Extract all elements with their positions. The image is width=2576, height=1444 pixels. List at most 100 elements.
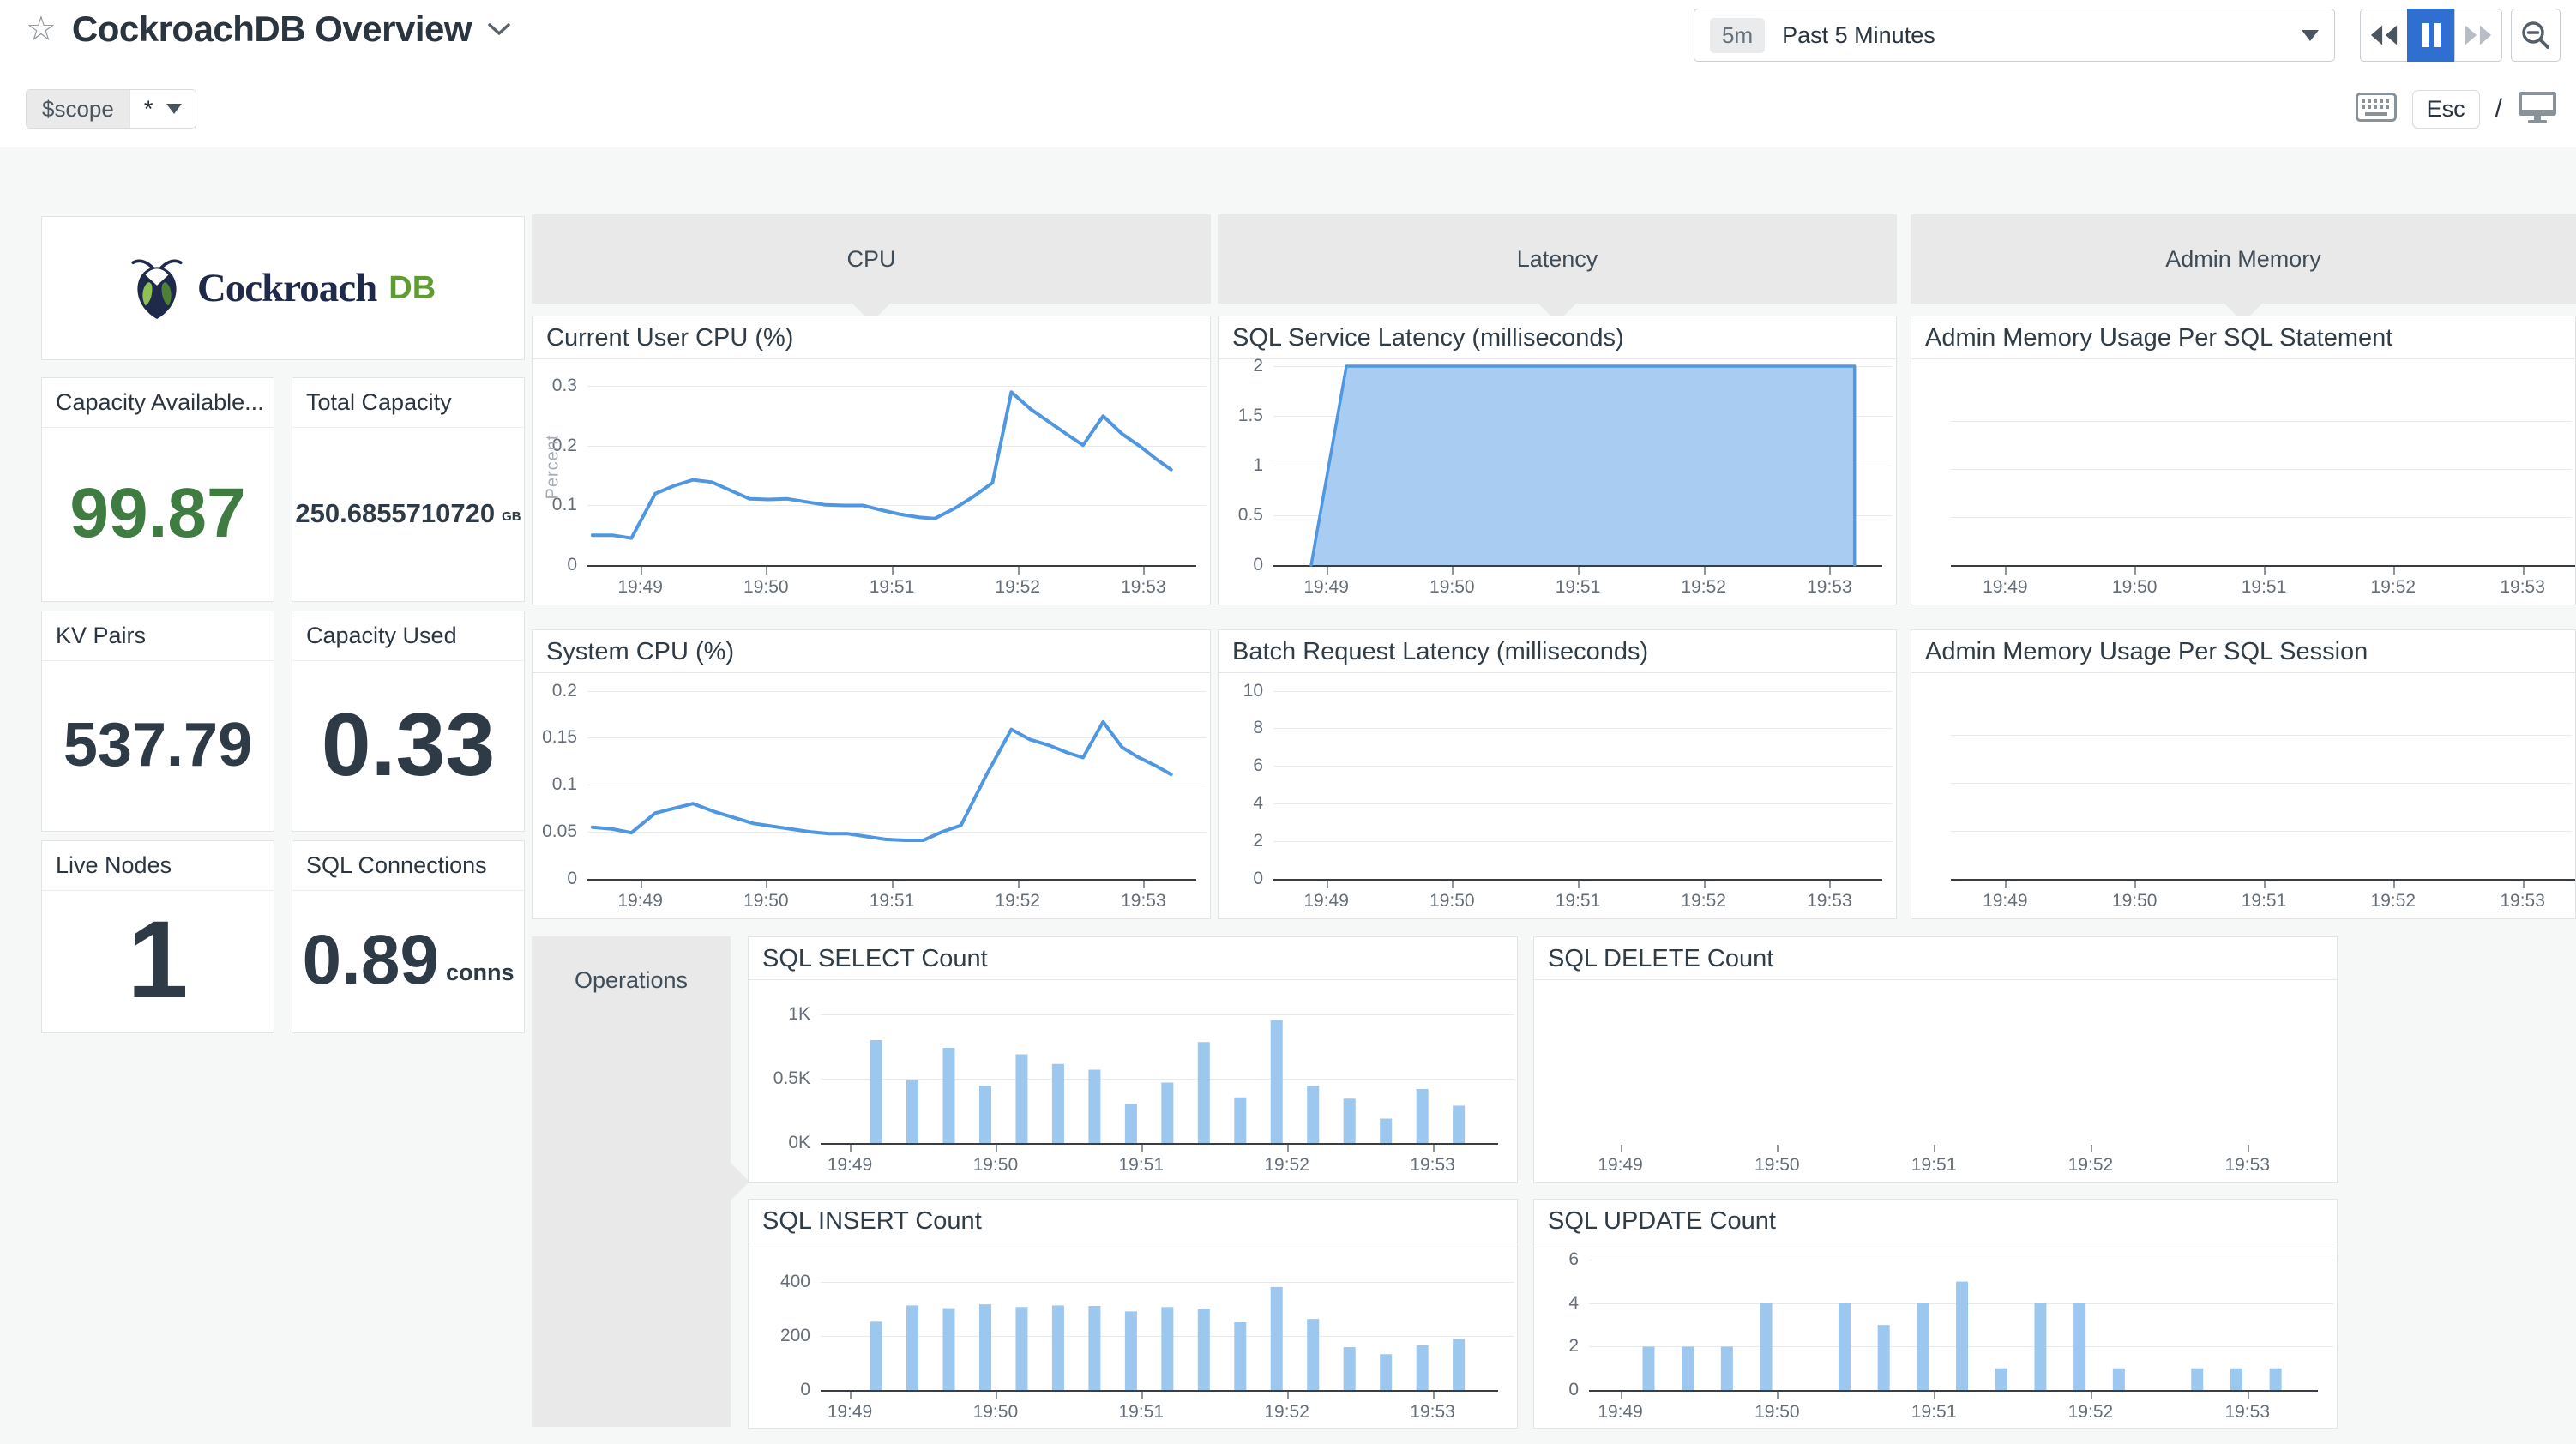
gridline (1951, 831, 2572, 832)
chart-plot-sql-select[interactable]: 0K 0.5K 1K 19:49 19:50 19:51 19:52 19:53 (749, 980, 1517, 1182)
section-header-admin-memory: Admin Memory (1911, 214, 2576, 304)
gridline (1273, 841, 1893, 843)
chart-series (1642, 1281, 2282, 1390)
x-axis-tick-label: 19:51 (2241, 577, 2287, 597)
scope-value: * (143, 95, 153, 122)
chart-card-sql-delete: SQL DELETE Count 19:49 19:50 19:51 19:52 19:5… (1533, 936, 2338, 1183)
chart-title: Current User CPU (%) (533, 316, 1210, 359)
section-header-operations: Operations (532, 936, 731, 1427)
x-axis-tick-label: 19:50 (743, 891, 789, 911)
x-axis-tick (1703, 567, 1706, 575)
stat-tile-capacity-available[interactable]: Capacity Available... 99.87 (41, 377, 274, 602)
stat-tile-live-nodes[interactable]: Live Nodes 1 (41, 840, 274, 1033)
x-axis-tick (1703, 881, 1706, 888)
x-axis-tick-label: 19:51 (1118, 1402, 1165, 1422)
stat-tile-kv-pairs[interactable]: KV Pairs 537.79 (41, 611, 274, 832)
time-range-picker[interactable]: 5m Past 5 Minutes (1694, 9, 2335, 62)
gridline (587, 690, 1207, 692)
chart-series (590, 719, 1173, 842)
x-axis-tick (2522, 881, 2525, 888)
x-axis-tick (1432, 1392, 1435, 1399)
chart-title: SQL SELECT Count (749, 937, 1517, 980)
title-chevron-down-icon[interactable] (487, 22, 511, 36)
x-axis-tick (766, 881, 768, 888)
stat-title: Capacity Used (292, 611, 524, 661)
x-axis-tick (1452, 881, 1454, 888)
esc-key-button[interactable]: Esc (2411, 89, 2480, 129)
x-axis-tick-label: 19:51 (869, 891, 915, 911)
gridline (1273, 366, 1893, 367)
chart-card-sql-select: SQL SELECT Count 0K 0.5K 1K 19:49 19:50 19:51 1… (748, 936, 1518, 1183)
x-axis-tick (892, 881, 894, 888)
pause-button[interactable] (2407, 9, 2455, 62)
chart-card-sql-update: SQL UPDATE Count 0 2 4 6 19:49 19:50 19:51 19:52… (1533, 1199, 2338, 1429)
time-nav-buttons (2360, 9, 2502, 62)
chart-card-admin-mem-session: Admin Memory Usage Per SQL Session 19:49 1… (1911, 629, 2576, 919)
gridline (1589, 1303, 2333, 1304)
section-header-cpu: CPU (532, 214, 1211, 304)
y-axis-tick-label: 2 (1253, 356, 1263, 376)
template-variable-scope[interactable]: $scope * (26, 89, 197, 129)
fullscreen-monitor-icon[interactable] (2518, 91, 2557, 128)
zoom-out-button[interactable] (2511, 9, 2561, 62)
chart-title: Admin Memory Usage Per SQL Statement (1911, 316, 2575, 359)
x-axis-tick (2264, 881, 2266, 888)
x-axis-tick-label: 19:49 (827, 1402, 873, 1422)
chart-plot-admin-mem-statement[interactable]: 19:49 19:50 19:51 19:52 19:53 (1911, 359, 2575, 605)
time-range-label: Past 5 Minutes (1782, 21, 1935, 48)
stat-tile-capacity-used[interactable]: Capacity Used 0.33 (292, 611, 525, 832)
y-axis-tick-label: 0.2 (551, 680, 577, 701)
x-axis-tick-label: 19:53 (1410, 1402, 1455, 1422)
x-axis-tick (1620, 1145, 1622, 1152)
x-axis-tick (766, 567, 768, 575)
chart-card-sql-insert: SQL INSERT Count 0 200 400 19:49 19:50 19:51 19… (748, 1199, 1518, 1429)
y-axis-tick-label: 0 (1568, 1380, 1579, 1399)
x-axis-tick (2247, 1145, 2249, 1152)
stat-tile-sql-connections[interactable]: SQL Connections 0.89 conns (292, 840, 525, 1033)
x-axis-tick (2090, 1392, 2092, 1399)
y-axis-tick-label: 1K (788, 1004, 810, 1024)
x-axis-tick-label: 19:49 (1598, 1402, 1643, 1422)
y-axis-tick-label: 1.5 (1237, 406, 1263, 425)
x-axis-tick-label: 19:53 (1410, 1155, 1455, 1175)
title-row: ☆ CockroachDB Overview (26, 9, 511, 50)
x-axis-tick (1829, 567, 1832, 575)
chart-plot-system-cpu[interactable]: 0 0.05 0.1 0.15 0.2 19:49 19:50 19:51 19:52 19:53 (533, 673, 1210, 918)
stat-title: Live Nodes (42, 841, 274, 891)
chart-plot-user-cpu[interactable]: 0 0.1 0.2 0.3 19:49 19:50 19:51 19:52 19:53 Perce… (533, 359, 1210, 605)
gridline (1951, 517, 2572, 518)
time-range-badge: 5m (1710, 17, 1766, 53)
chart-plot-sql-delete[interactable]: 19:49 19:50 19:51 19:52 19:53 (1534, 980, 2337, 1182)
x-axis-tick (849, 1145, 852, 1152)
x-axis-tick (2005, 881, 2007, 888)
chart-plot-batch-request-latency[interactable]: 0 2 4 6 8 10 19:49 19:50 19:51 19:52 19:53 (1219, 673, 1896, 918)
chart-card-batch-request-latency: Batch Request Latency (milliseconds) 0 2 4 6… (1218, 629, 1897, 919)
chart-plot-sql-insert[interactable]: 0 200 400 19:49 19:50 19:51 19:52 19:53 (749, 1242, 1517, 1428)
chart-plot-admin-mem-session[interactable]: 19:49 19:50 19:51 19:52 19:53 (1911, 673, 2575, 918)
y-axis-title: Percent (543, 434, 563, 500)
logo-wordmark-suffix: DB (388, 269, 436, 306)
chart-series (1309, 364, 1857, 567)
chart-title: System CPU (%) (533, 630, 1210, 673)
gridline (1273, 416, 1893, 417)
slash-separator: / (2495, 94, 2502, 123)
y-axis-tick-label: 0K (788, 1133, 810, 1152)
stat-title: SQL Connections (292, 841, 524, 891)
fast-forward-button[interactable] (2454, 9, 2502, 62)
chart-title: Batch Request Latency (milliseconds) (1219, 630, 1896, 673)
y-axis-tick-label: 0.5 (1237, 505, 1263, 525)
chart-plot-sql-service-latency[interactable]: 0 0.5 1 1.5 2 19:49 19:50 19:51 19:52 19:53 (1219, 356, 1896, 605)
x-axis-tick-label: 19:52 (995, 891, 1040, 911)
x-axis-tick-label: 19:50 (743, 577, 789, 597)
x-axis-tick-label: 19:52 (995, 577, 1040, 597)
header-tools: Esc / (2355, 87, 2557, 130)
chart-plot-sql-update[interactable]: 0 2 4 6 19:49 19:50 19:51 19:52 19:53 (1534, 1242, 2337, 1428)
favorite-star-icon[interactable]: ☆ (26, 12, 57, 46)
rewind-button[interactable] (2360, 9, 2408, 62)
cockroachdb-logo-card: Cockroach DB (41, 216, 525, 360)
x-axis-tick-label: 19:52 (2370, 577, 2417, 597)
stat-tile-total-capacity[interactable]: Total Capacity 250.6855710720 GB (292, 377, 525, 602)
x-axis-tick (640, 567, 642, 575)
gridline (587, 505, 1207, 507)
keyboard-icon[interactable] (2355, 92, 2397, 126)
